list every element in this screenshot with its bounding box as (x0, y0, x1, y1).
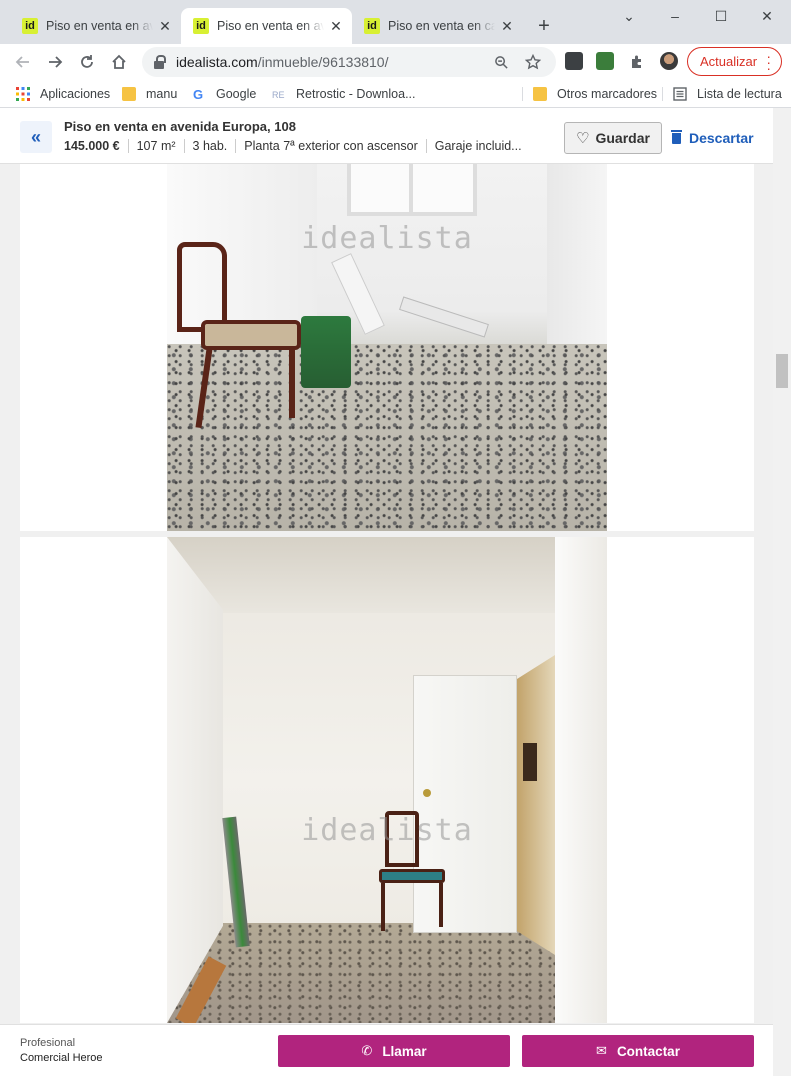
phone-icon: ✆ (361, 1043, 373, 1058)
listing-specs: 145.000 € 107 m² 3 hab. Planta 7ª exteri… (64, 139, 530, 153)
photo-watermark: idealista (301, 813, 473, 848)
scrollbar-thumb[interactable] (776, 354, 788, 388)
back-to-listing-button[interactable]: « (20, 121, 52, 153)
apps-label: Aplicaciones (40, 87, 111, 101)
folder-icon (533, 87, 547, 101)
contact-button[interactable]: ✉ Contactar (522, 1035, 754, 1067)
bookmarks-bar: Aplicaciones manu G Google RE Retrostic … (0, 80, 791, 108)
call-label: Llamar (382, 1043, 427, 1059)
apps-grid-icon (16, 87, 30, 101)
reading-list-label: Lista de lectura (697, 87, 782, 101)
arrow-left-icon (15, 56, 29, 68)
bookmarks-separator (662, 87, 663, 101)
listing-photo[interactable]: idealista (167, 537, 607, 1023)
heart-icon: ♡ (576, 130, 590, 147)
zoom-icon[interactable] (491, 52, 511, 72)
bookmarks-separator (522, 87, 523, 101)
maximize-button[interactable]: ☐ (706, 4, 736, 28)
idealista-favicon-icon: id (22, 18, 38, 34)
update-button[interactable]: Actualizar · · · (687, 47, 782, 76)
save-favorite-button[interactable]: ♡ Guardar (564, 122, 662, 154)
apps-bookmark[interactable]: Aplicaciones (16, 85, 110, 103)
puzzle-icon[interactable] (627, 52, 647, 72)
minimize-button[interactable]: – (660, 4, 690, 28)
bookmark-manu[interactable]: manu (122, 85, 177, 103)
bookmark-label: Google (216, 87, 257, 101)
bookmark-label: Retrostic - Downloa... (296, 87, 416, 101)
tab-title: Piso en venta en avenida Europa, 108 (217, 19, 324, 33)
bookmark-retrostic[interactable]: RE Retrostic - Downloa... (272, 85, 415, 103)
listing-sticky-header: « Piso en venta en avenida Europa, 108 1… (0, 108, 773, 164)
call-button[interactable]: ✆ Llamar (278, 1035, 510, 1067)
tab-title: Piso en venta en calle (388, 19, 495, 33)
update-label: Actualizar (700, 54, 758, 69)
browser-tab-2[interactable]: id Piso en venta en avenida Europa, 108 … (181, 8, 352, 44)
arrow-right-icon (49, 56, 63, 68)
page-scrollbar[interactable] (773, 108, 791, 1076)
reload-icon (81, 55, 93, 68)
browser-toolbar: idealista.com/inmueble/96133810/ Actuali… (0, 44, 791, 80)
bookmark-google[interactable]: G Google (192, 85, 256, 103)
contact-label: Contactar (616, 1043, 680, 1059)
photo-card: idealista (20, 108, 754, 531)
other-bookmarks-label: Otros marcadores (557, 87, 658, 101)
listing-garage: Garaje incluid... (425, 139, 530, 153)
reading-list[interactable]: Lista de lectura (673, 85, 782, 103)
chair-image (201, 320, 301, 350)
listing-floor: Planta 7ª exterior con ascensor (235, 139, 425, 153)
idealista-favicon-icon: id (193, 18, 209, 34)
url-host: idealista.com (176, 54, 258, 70)
reading-list-icon (673, 87, 687, 101)
listing-area: 107 m² (127, 139, 184, 153)
tab-title: Piso en venta en avenida Europa, 108 (46, 19, 153, 33)
close-tab-icon[interactable]: ✕ (499, 18, 515, 34)
folder-icon (122, 87, 136, 101)
window-image (347, 164, 477, 216)
browser-tab-3[interactable]: id Piso en venta en calle ✕ (352, 8, 523, 44)
discard-button[interactable]: Descartar (671, 122, 754, 154)
reload-button[interactable] (73, 48, 101, 76)
advertiser-name[interactable]: Comercial Heroe (20, 1052, 103, 1064)
tab-search-icon[interactable]: ⌄ (614, 4, 644, 28)
discard-label: Descartar (689, 130, 754, 146)
google-icon: G (193, 87, 203, 101)
other-bookmarks[interactable]: Otros marcadores (533, 85, 657, 103)
contact-footer: Profesional Comercial Heroe ✆ Llamar ✉ C… (0, 1024, 773, 1076)
advertiser-type: Profesional (20, 1037, 76, 1049)
home-button[interactable] (105, 48, 133, 76)
lock-icon[interactable] (154, 55, 166, 69)
svg-text:RE: RE (272, 90, 285, 100)
listing-price: 145.000 € (64, 139, 120, 153)
listing-rooms: 3 hab. (183, 139, 236, 153)
chat-icon: ✉ (596, 1043, 607, 1058)
menu-dots-icon[interactable]: · · · (766, 49, 771, 75)
listing-photo[interactable]: idealista (167, 164, 607, 531)
url-path: /inmueble/96133810/ (257, 54, 389, 70)
close-tab-icon[interactable]: ✕ (157, 18, 173, 34)
profile-avatar[interactable] (660, 52, 678, 70)
browser-tab-1[interactable]: id Piso en venta en avenida Europa, 108 … (10, 8, 181, 44)
door-image (413, 675, 517, 933)
save-label: Guardar (595, 130, 650, 146)
star-icon[interactable] (523, 52, 543, 72)
chair-image (379, 869, 445, 883)
close-tab-icon[interactable]: ✕ (328, 18, 344, 34)
trash-icon (671, 129, 682, 144)
back-button[interactable] (9, 48, 37, 76)
listing-title: Piso en venta en avenida Europa, 108 (64, 119, 296, 134)
tab-strip: id Piso en venta en avenida Europa, 108 … (0, 0, 791, 44)
bookmark-label: manu (146, 87, 178, 101)
extension-image-icon[interactable] (596, 52, 614, 70)
extension-counter-icon[interactable] (565, 52, 583, 70)
home-icon (112, 54, 126, 69)
forward-button[interactable] (41, 48, 69, 76)
svg-text:G: G (193, 87, 203, 101)
photo-card: idealista (20, 537, 754, 1023)
retrostic-icon: RE (272, 90, 285, 100)
close-window-button[interactable]: ✕ (752, 4, 782, 28)
new-tab-button[interactable]: + (532, 14, 556, 38)
page-viewport: « Piso en venta en avenida Europa, 108 1… (0, 108, 773, 1076)
idealista-favicon-icon: id (364, 18, 380, 34)
photo-watermark: idealista (301, 221, 473, 256)
